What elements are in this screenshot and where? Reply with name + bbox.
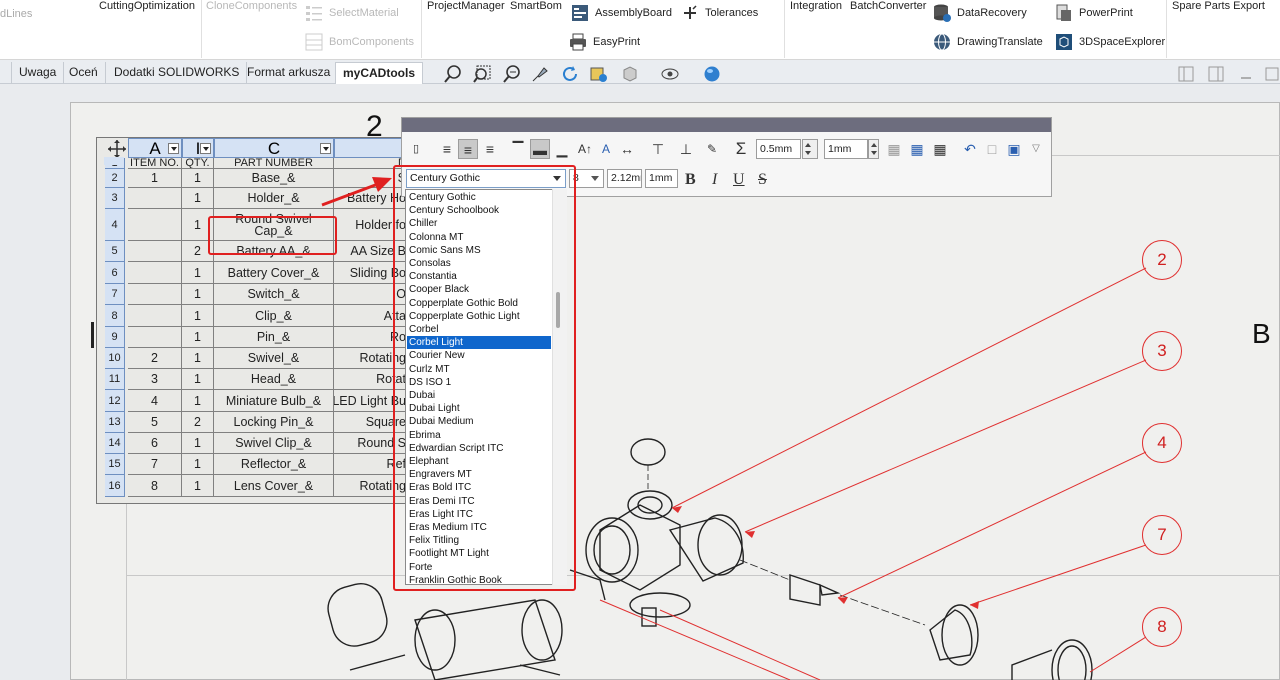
bom-cell[interactable]: Switch_& bbox=[214, 284, 334, 305]
merge-cells-icon[interactable]: ▦ bbox=[884, 139, 904, 159]
balloon-7[interactable]: 7 bbox=[1142, 515, 1182, 555]
lock-icon[interactable]: ▣ bbox=[1004, 139, 1024, 159]
split-icon[interactable]: □ bbox=[982, 139, 1002, 159]
bom-cell[interactable]: 6 bbox=[128, 433, 182, 454]
bom-cell[interactable]: Head_& bbox=[214, 369, 334, 390]
bom-row-number[interactable]: 10 bbox=[105, 348, 125, 369]
balloon-2[interactable]: 2 bbox=[1142, 240, 1182, 280]
bom-cell[interactable]: 1 bbox=[182, 390, 214, 412]
insert-row-below-icon[interactable]: ⊥ bbox=[676, 139, 696, 159]
bom-cell[interactable] bbox=[128, 327, 182, 348]
bom-row-number[interactable]: 14 bbox=[105, 433, 125, 454]
bom-cell[interactable]: 1 bbox=[182, 433, 214, 454]
undo-icon[interactable]: ↶ bbox=[960, 139, 980, 159]
bom-cell[interactable]: Swivel_& bbox=[214, 348, 334, 369]
bom-row-number[interactable]: 7 bbox=[105, 284, 125, 305]
line-width-input[interactable]: 0.5mm bbox=[756, 139, 801, 159]
align-middle-icon[interactable]: ▬ bbox=[530, 139, 550, 159]
table-grid-icon[interactable]: ▦ bbox=[930, 139, 950, 159]
bom-row-number[interactable]: 13 bbox=[105, 412, 125, 433]
underline-button[interactable]: U bbox=[733, 171, 745, 189]
text-color-icon[interactable]: A bbox=[596, 139, 616, 159]
bom-row-number[interactable]: 12 bbox=[105, 390, 125, 412]
strikethrough-button[interactable]: S bbox=[758, 171, 767, 189]
bom-cell[interactable]: 1 bbox=[182, 305, 214, 327]
toolbar-options-icon[interactable]: ▽ bbox=[1026, 139, 1046, 159]
bom-cell[interactable]: Clip_& bbox=[214, 305, 334, 327]
bom-cell[interactable]: 2 bbox=[128, 348, 182, 369]
bom-cell[interactable]: 1 bbox=[182, 454, 214, 475]
highlight-fontlist-box bbox=[393, 165, 576, 591]
balloon-3[interactable]: 3 bbox=[1142, 331, 1182, 371]
bom-cell[interactable]: 1 bbox=[182, 475, 214, 497]
line-width-stepper[interactable] bbox=[802, 139, 818, 159]
sum-icon[interactable]: Σ bbox=[731, 139, 751, 159]
bom-cell[interactable] bbox=[128, 284, 182, 305]
align-right-icon[interactable]: ≡ bbox=[480, 139, 500, 159]
bold-button[interactable]: B bbox=[685, 171, 696, 189]
fit-width-icon[interactable]: ↔ bbox=[617, 139, 637, 159]
bom-cell[interactable]: Swivel Clip_& bbox=[214, 433, 334, 454]
bom-row-number[interactable]: 8 bbox=[105, 305, 125, 327]
bom-cell[interactable] bbox=[128, 262, 182, 284]
bom-cell[interactable]: 3 bbox=[128, 369, 182, 390]
bom-cell[interactable]: 1 bbox=[182, 327, 214, 348]
bom-row-number[interactable]: 6 bbox=[105, 262, 125, 284]
align-bottom-icon[interactable]: ▁ bbox=[552, 139, 572, 159]
bom-cell[interactable]: Reflector_& bbox=[214, 454, 334, 475]
bom-row-number[interactable]: 16 bbox=[105, 475, 125, 497]
table-properties-icon[interactable]: ▦ bbox=[907, 139, 927, 159]
bom-cell[interactable]: 1 bbox=[182, 369, 214, 390]
bom-cell[interactable]: Battery Cover_& bbox=[214, 262, 334, 284]
bom-cell[interactable]: 1 bbox=[182, 284, 214, 305]
bom-cell[interactable]: 5 bbox=[128, 412, 182, 433]
font-size-up-icon[interactable]: A↑ bbox=[575, 139, 595, 159]
bom-row-number[interactable]: 15 bbox=[105, 454, 125, 475]
bom-row-number[interactable]: 11 bbox=[105, 369, 125, 390]
bom-cell[interactable]: Lens Cover_& bbox=[214, 475, 334, 497]
toolbar-title-bar[interactable] bbox=[402, 118, 1051, 132]
italic-button[interactable]: I bbox=[712, 171, 717, 189]
char-spacing-input[interactable]: 1mm bbox=[645, 169, 678, 188]
bom-cell[interactable]: 1 bbox=[182, 262, 214, 284]
align-center-icon[interactable]: ≡ bbox=[458, 139, 478, 159]
char-height-input[interactable]: 2.12mm bbox=[607, 169, 642, 188]
bom-cell[interactable]: 4 bbox=[128, 390, 182, 412]
bom-cell[interactable]: Miniature Bulb_& bbox=[214, 390, 334, 412]
format-painter-icon[interactable]: ✎ bbox=[702, 139, 722, 159]
balloon-8[interactable]: 8 bbox=[1142, 607, 1182, 647]
bom-cell[interactable] bbox=[128, 305, 182, 327]
bom-row-number[interactable]: 9 bbox=[105, 327, 125, 348]
bom-cell[interactable]: 8 bbox=[128, 475, 182, 497]
chevron-down-icon[interactable] bbox=[591, 176, 599, 181]
align-top-icon[interactable]: ▔ bbox=[508, 139, 528, 159]
balloon-4[interactable]: 4 bbox=[1142, 423, 1182, 463]
bom-cell[interactable]: 7 bbox=[128, 454, 182, 475]
bom-cell[interactable]: Locking Pin_& bbox=[214, 412, 334, 433]
align-left-icon[interactable]: ≡ bbox=[437, 139, 457, 159]
bom-cell[interactable]: 2 bbox=[182, 412, 214, 433]
bom-row-number[interactable]: 5 bbox=[105, 241, 125, 262]
annotation-arrow bbox=[321, 177, 392, 207]
bom-cell[interactable]: Pin_& bbox=[214, 327, 334, 348]
bom-cell[interactable]: 1 bbox=[182, 348, 214, 369]
bom-cell[interactable] bbox=[128, 241, 182, 262]
spacing-input[interactable]: 1mm bbox=[824, 139, 868, 159]
insert-row-above-icon[interactable]: ⊤ bbox=[648, 139, 668, 159]
spacing-stepper[interactable] bbox=[868, 139, 879, 159]
